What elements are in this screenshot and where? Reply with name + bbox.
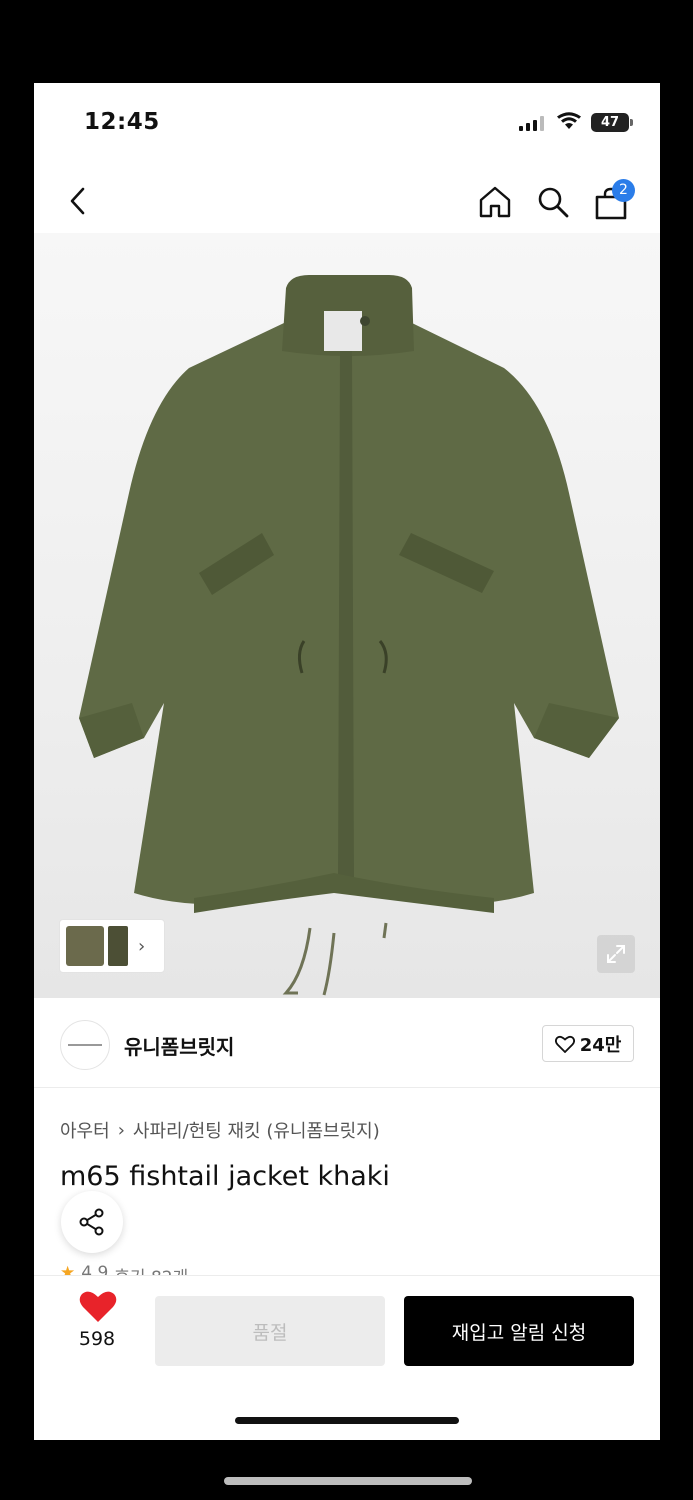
review-count: 후기 82개 (114, 1263, 188, 1275)
rating-row[interactable]: ★ 4.9 후기 82개 (60, 1263, 188, 1275)
product-image[interactable] (34, 233, 660, 998)
app-frame: 12:45 47 2 › 유니폼브릿지 24만 아우터 › 사파리/헌팅 재킷 … (34, 83, 660, 1440)
brand-logo-wordmark (68, 1044, 102, 1046)
rating-value: 4.9 (81, 1263, 109, 1275)
signal-icon (519, 116, 544, 131)
breadcrumb: 아우터 › 사파리/헌팅 재킷 (유니폼브릿지) (60, 1117, 380, 1143)
heart-outline-icon (554, 1035, 575, 1053)
brand-like-count: 24만 (579, 1034, 622, 1056)
breadcrumb-category[interactable]: 아우터 (60, 1117, 110, 1143)
thumbnail-image[interactable] (108, 926, 128, 966)
image-thumbnails[interactable]: › (59, 919, 165, 973)
back-arrow-icon[interactable] (60, 183, 96, 219)
star-icon: ★ (60, 1263, 76, 1275)
chevron-right-icon[interactable]: › (138, 936, 145, 957)
product-title: m65 fishtail jacket khaki (60, 1161, 390, 1192)
jacket-image (79, 275, 619, 996)
status-bar: 12:45 47 (34, 83, 660, 163)
battery-tip (630, 119, 633, 126)
battery-icon: 47 (591, 113, 629, 132)
share-button[interactable] (61, 1191, 123, 1253)
search-icon[interactable] (534, 183, 572, 221)
wifi-icon (557, 112, 581, 129)
top-nav (34, 173, 660, 233)
outer-home-indicator (224, 1477, 472, 1485)
cart-count-badge: 2 (612, 179, 635, 202)
chevron-right-icon: › (117, 1119, 125, 1141)
wishlist-count: 598 (78, 1328, 116, 1350)
heart-filled-icon[interactable] (78, 1290, 118, 1324)
bottom-action-bar: 598 품절 재입고 알림 신청 (34, 1275, 660, 1440)
brand-like-button[interactable]: 24만 (542, 1025, 634, 1062)
restock-alert-button[interactable]: 재입고 알림 신청 (404, 1296, 634, 1366)
brand-row: 유니폼브릿지 24만 (34, 998, 660, 1088)
brand-name[interactable]: 유니폼브릿지 (124, 1031, 234, 1060)
status-time: 12:45 (84, 109, 160, 135)
breadcrumb-subcategory[interactable]: 사파리/헌팅 재킷 (유니폼브릿지) (133, 1117, 380, 1143)
thumbnail-image[interactable] (66, 926, 104, 966)
brand-logo[interactable] (60, 1020, 110, 1070)
expand-icon[interactable] (597, 935, 635, 973)
soldout-button: 품절 (155, 1296, 385, 1366)
home-icon[interactable] (476, 183, 514, 221)
share-icon (79, 1208, 104, 1236)
home-indicator (235, 1417, 459, 1424)
